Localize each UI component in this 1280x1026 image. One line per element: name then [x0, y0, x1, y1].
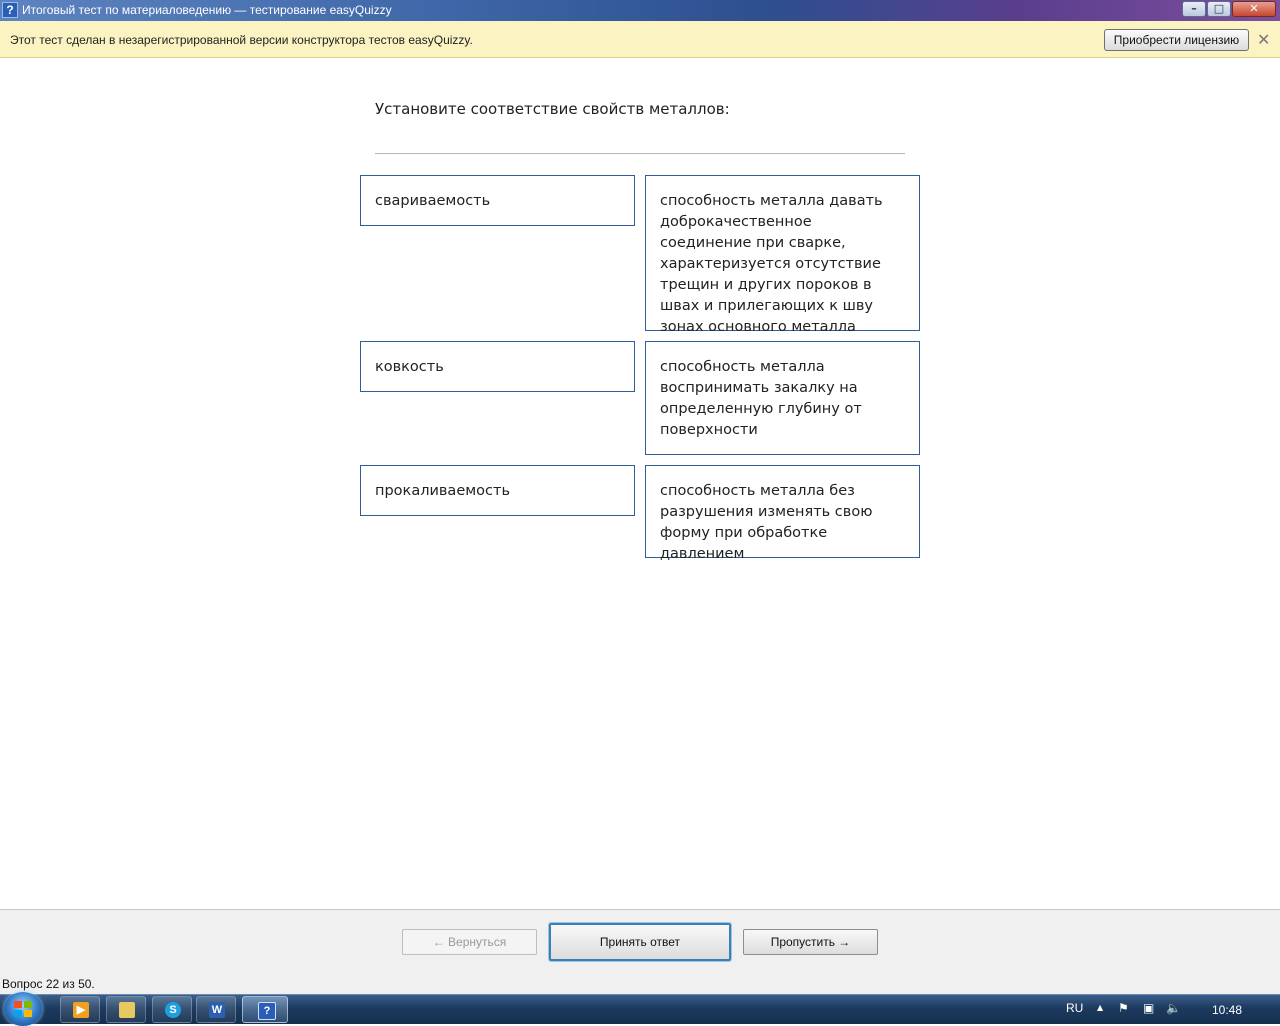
match-term-label: свариваемость	[375, 193, 491, 209]
match-term-card[interactable]: свариваемость	[360, 175, 635, 226]
unregistered-notice-bar: Этот тест сделан в незарегистрированной …	[0, 21, 1280, 58]
match-definition-label: способность металла без разрушения измен…	[660, 483, 873, 562]
word-icon: W	[209, 1002, 225, 1018]
window-controls: – □ ✕	[1181, 1, 1276, 19]
accept-answer-button[interactable]: Принять ответ	[548, 922, 732, 962]
tray-expand-icon[interactable]: ▲	[1097, 1003, 1103, 1012]
match-definition-label: способность металла давать доброкачестве…	[660, 193, 883, 335]
action-center-flag-icon[interactable]: ⚑	[1118, 1001, 1129, 1015]
app-question-icon: ?	[2, 2, 18, 18]
question-progress-status: Вопрос 22 из 50.	[2, 977, 95, 991]
match-term-label: ковкость	[375, 359, 444, 375]
clock[interactable]: 10:48	[1212, 1003, 1242, 1017]
language-indicator[interactable]: RU	[1066, 1001, 1083, 1015]
match-definition-card[interactable]: способность металла без разрушения измен…	[645, 465, 920, 562]
match-definition-card[interactable]: способность металла воспринимать закалку…	[645, 341, 920, 455]
taskbar-media-player[interactable]: ▶	[60, 996, 100, 1023]
match-definition-label: способность металла воспринимать закалку…	[660, 359, 862, 438]
taskbar-word[interactable]: W	[196, 996, 236, 1023]
network-icon[interactable]: ▣	[1143, 1001, 1154, 1015]
taskbar-explorer[interactable]	[106, 996, 146, 1023]
navigation-panel: ← Вернуться Принять ответ Пропустить → В…	[0, 909, 1280, 995]
taskbar-skype[interactable]: S	[152, 996, 192, 1023]
windows-logo-icon	[14, 1001, 32, 1017]
match-term-card[interactable]: ковкость	[360, 341, 635, 392]
media-player-icon: ▶	[73, 1002, 89, 1018]
close-window-button[interactable]: ✕	[1232, 1, 1276, 17]
quiz-app-icon: ?	[258, 1002, 276, 1020]
question-divider	[375, 153, 905, 154]
match-definition-card[interactable]: способность металла давать доброкачестве…	[645, 175, 920, 335]
minimize-button[interactable]: –	[1182, 1, 1206, 17]
folder-icon	[119, 1002, 135, 1018]
question-text: Установите соответствие свойств металлов…	[375, 100, 730, 118]
match-term-label: прокаливаемость	[375, 483, 511, 499]
match-term-card[interactable]: прокаливаемость	[360, 465, 635, 516]
notice-close-icon[interactable]: ✕	[1257, 30, 1270, 49]
maximize-button[interactable]: □	[1207, 1, 1231, 17]
back-button[interactable]: ← Вернуться	[402, 929, 537, 955]
volume-icon[interactable]: 🔈	[1166, 1001, 1181, 1015]
start-button[interactable]	[4, 992, 42, 1026]
skip-button[interactable]: Пропустить →	[743, 929, 878, 955]
buy-license-button[interactable]: Приобрести лицензию	[1104, 29, 1249, 51]
windows-taskbar: ▶ S W ? RU ▲ ⚑ ▣ 🔈 10:48	[0, 992, 1280, 1026]
window-title: Итоговый тест по материаловедению — тест…	[22, 3, 392, 17]
window-titlebar[interactable]: ? Итоговый тест по материаловедению — те…	[0, 0, 1280, 21]
taskbar-easyquizzy[interactable]: ?	[242, 996, 288, 1023]
notice-text: Этот тест сделан в незарегистрированной …	[10, 33, 473, 47]
skype-icon: S	[165, 1002, 181, 1018]
